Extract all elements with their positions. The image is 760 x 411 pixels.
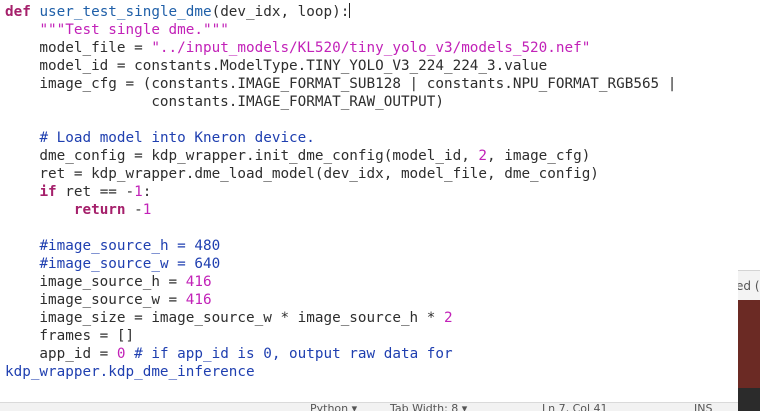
code-token-cmt: #image_source_h = 480 bbox=[39, 238, 221, 254]
code-token-txt: constants.IMAGE_FORMAT_RAW_OUTPUT) bbox=[5, 94, 444, 110]
code-token-num: 2 bbox=[443, 310, 453, 326]
code-token-num: 1 bbox=[142, 202, 152, 218]
code-token-str: "../input_models/KL520/tiny_yolo_v3/mode… bbox=[151, 40, 591, 56]
code-line: image_cfg = (constants.IMAGE_FORMAT_SUB1… bbox=[5, 75, 676, 93]
code-token-fn: user_test_single_dme bbox=[39, 4, 212, 20]
code-token-txt: ret = kdp_wrapper.dme_load_model(dev_idx… bbox=[5, 166, 599, 182]
desktop-panel bbox=[738, 388, 760, 411]
code-token-cmt: kdp_wrapper.kdp_dme_inference bbox=[5, 364, 255, 380]
code-token-str: """Test single dme.""" bbox=[39, 22, 229, 38]
code-line: image_size = image_source_w * image_sour… bbox=[5, 309, 676, 327]
insert-mode: INS bbox=[694, 402, 713, 411]
cursor-position: Ln 7, Col 41 bbox=[542, 402, 608, 411]
code-line: if ret == -1: bbox=[5, 183, 676, 201]
background-window-top bbox=[738, 0, 760, 270]
tab-width-selector[interactable]: Tab Width: 8 ▾ bbox=[390, 403, 467, 411]
code-editor[interactable]: def user_test_single_dme(dev_idx, loop):… bbox=[0, 0, 738, 402]
code-area[interactable]: def user_test_single_dme(dev_idx, loop):… bbox=[5, 3, 676, 381]
code-line: image_source_h = 416 bbox=[5, 273, 676, 291]
code-token-txt: image_size = image_source_w * image_sour… bbox=[5, 310, 444, 326]
code-token-txt: image_cfg = (constants.IMAGE_FORMAT_SUB1… bbox=[5, 76, 677, 92]
code-line: ret = kdp_wrapper.dme_load_model(dev_idx… bbox=[5, 165, 676, 183]
language-selector[interactable]: Python ▾ bbox=[310, 403, 357, 411]
code-line: model_file = "../input_models/KL520/tiny… bbox=[5, 39, 676, 57]
code-token-num: 416 bbox=[185, 274, 212, 290]
code-line: frames = [] bbox=[5, 327, 676, 345]
code-line: # Load model into Kneron device. bbox=[5, 129, 676, 147]
code-token-cmt: #image_source_w = 640 bbox=[39, 256, 221, 272]
status-bar: Python ▾ Tab Width: 8 ▾ Ln 7, Col 41 INS bbox=[0, 402, 738, 411]
code-token-txt: app_id = bbox=[5, 346, 117, 362]
code-token-num: 0 bbox=[116, 346, 126, 362]
code-token-kw: if bbox=[39, 184, 57, 200]
code-line: def user_test_single_dme(dev_idx, loop): bbox=[5, 3, 676, 21]
code-line: model_id = constants.ModelType.TINY_YOLO… bbox=[5, 57, 676, 75]
code-token-num: 2 bbox=[478, 148, 488, 164]
code-token-kw: return bbox=[73, 202, 126, 218]
code-line: return -1 bbox=[5, 201, 676, 219]
screen: def user_test_single_dme(dev_idx, loop):… bbox=[0, 0, 760, 411]
code-token-txt: (dev_idx, loop): bbox=[211, 4, 350, 20]
code-token-txt: , image_cfg) bbox=[487, 148, 591, 164]
code-token-txt: - bbox=[125, 202, 143, 218]
code-token-num: 1 bbox=[134, 184, 143, 200]
code-line: app_id = 0 # if app_id is 0, output raw … bbox=[5, 345, 676, 363]
code-token-num: 416 bbox=[185, 292, 212, 308]
code-token-txt: image_source_w = bbox=[5, 292, 186, 308]
code-line: """Test single dme.""" bbox=[5, 21, 676, 39]
code-token-txt: ret == - bbox=[56, 184, 135, 200]
background-window-text: ed ( bbox=[738, 279, 760, 293]
code-line: constants.IMAGE_FORMAT_RAW_OUTPUT) bbox=[5, 93, 676, 111]
code-line: #image_source_w = 640 bbox=[5, 255, 676, 273]
code-line: dme_config = kdp_wrapper.init_dme_config… bbox=[5, 147, 676, 165]
background-window-label: ed ( bbox=[738, 270, 760, 302]
code-token-txt: model_file = bbox=[5, 40, 152, 56]
code-token-txt: model_id = constants.ModelType.TINY_YOLO… bbox=[5, 58, 548, 74]
code-token-cmt: # if app_id is 0, output raw data for bbox=[134, 346, 453, 362]
code-token-txt: : bbox=[142, 184, 152, 200]
desktop-background bbox=[738, 300, 760, 411]
code-line: image_source_w = 416 bbox=[5, 291, 676, 309]
code-token-cmt: # Load model into Kneron device. bbox=[39, 130, 315, 146]
background-window: ed ( bbox=[738, 0, 760, 411]
text-cursor bbox=[349, 3, 351, 18]
code-line: #image_source_h = 480 bbox=[5, 237, 676, 255]
code-token-txt: image_source_h = bbox=[5, 274, 186, 290]
code-token-kw: def bbox=[5, 4, 31, 20]
code-token-txt: dme_config = kdp_wrapper.init_dme_config… bbox=[5, 148, 479, 164]
code-line: kdp_wrapper.kdp_dme_inference bbox=[5, 363, 676, 381]
code-token-txt: frames = [] bbox=[5, 328, 135, 344]
